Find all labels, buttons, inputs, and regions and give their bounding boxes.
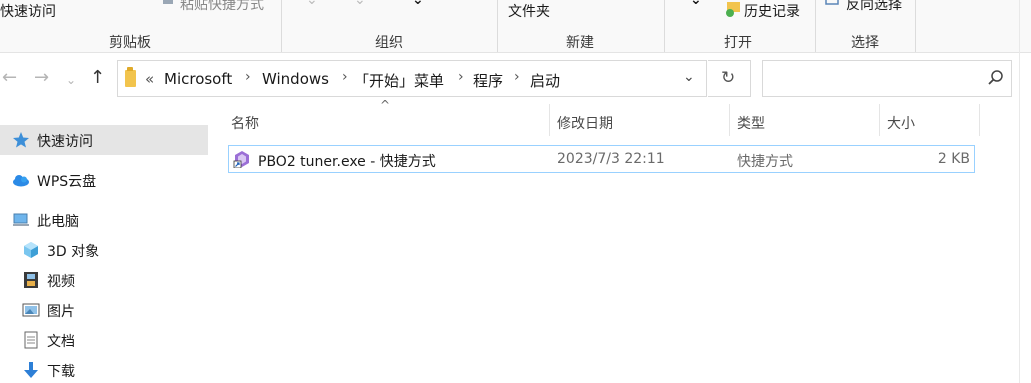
ribbon-divider <box>497 0 498 52</box>
breadcrumb-separator[interactable]: › <box>458 69 464 85</box>
nav-item-videos[interactable]: 视频 <box>0 265 208 295</box>
file-type: 快捷方式 <box>737 154 793 170</box>
film-icon <box>24 272 38 288</box>
ribbon: 快速访问 粘贴快捷方式 ⌄ ⌄ ⌄ 文件夹 ⌄ 历史记录 反向选择 剪贴板 组织… <box>0 0 1031 53</box>
history-icon <box>726 2 740 17</box>
invert-selection-button[interactable]: 反向选择 <box>846 0 902 14</box>
file-name: PBO2 tuner.exe - 快捷方式 <box>258 154 436 170</box>
refresh-button[interactable]: ↻ <box>708 60 751 97</box>
file-modified-date: 2023/7/3 22:11 <box>557 151 665 167</box>
group-label-organize: 组织 <box>375 35 403 51</box>
group-label-clipboard: 剪贴板 <box>109 35 151 51</box>
shortcut-app-icon <box>233 151 249 168</box>
search-input[interactable] <box>769 68 979 90</box>
address-history-chevron-icon[interactable]: ⌄ <box>683 69 695 85</box>
ribbon-divider <box>281 0 282 52</box>
column-divider[interactable] <box>549 104 550 136</box>
group-label-open: 打开 <box>724 35 752 51</box>
column-divider[interactable] <box>879 104 880 136</box>
column-header-name[interactable]: 名称 <box>231 113 259 133</box>
group-label-select: 选择 <box>851 35 879 51</box>
column-header-size[interactable]: 大小 <box>887 113 915 133</box>
folder-icon <box>125 67 136 87</box>
download-arrow-icon <box>24 362 38 378</box>
nav-label: 视频 <box>47 274 75 290</box>
up-arrow-icon[interactable]: ↑ <box>90 68 105 88</box>
nav-item-quick-access[interactable]: 快速访问 <box>0 125 208 155</box>
column-divider[interactable] <box>729 104 730 136</box>
cloud-icon <box>13 175 29 187</box>
move-to-chevron-icon[interactable]: ⌄ <box>306 0 318 8</box>
breadcrumb-programs[interactable]: 程序 <box>473 70 503 91</box>
search-box[interactable] <box>762 60 1012 97</box>
navigation-pane: 快速访问 WPS云盘 此电脑 3D 对象 视频 图片 文档 下载 <box>0 104 208 383</box>
nav-label: WPS云盘 <box>37 174 97 190</box>
nav-item-wps-cloud[interactable]: WPS云盘 <box>0 165 208 195</box>
computer-icon <box>13 213 29 226</box>
window-edge <box>1019 0 1020 383</box>
breadcrumb-separator[interactable]: › <box>245 69 251 85</box>
nav-label: 文档 <box>47 334 75 350</box>
ribbon-divider <box>815 0 816 52</box>
breadcrumb-windows[interactable]: Windows <box>262 70 329 88</box>
star-icon <box>13 132 29 148</box>
back-arrow-icon[interactable]: ← <box>2 68 17 88</box>
search-icon <box>988 70 1003 85</box>
nav-item-pictures[interactable]: 图片 <box>0 295 208 325</box>
nav-label: 下载 <box>47 364 75 380</box>
paste-shortcut-icon <box>163 0 173 4</box>
nav-item-downloads[interactable]: 下载 <box>0 355 208 383</box>
address-bar[interactable]: « Microsoft › Windows › 「开始」菜单 › 程序 › 启动… <box>117 60 707 97</box>
invert-selection-icon <box>825 0 839 5</box>
column-divider[interactable] <box>979 104 980 136</box>
sort-ascending-icon: ^ <box>380 98 391 112</box>
column-header-modified[interactable]: 修改日期 <box>557 113 613 133</box>
nav-label: 图片 <box>47 304 75 320</box>
breadcrumb-microsoft[interactable]: Microsoft <box>164 70 232 88</box>
picture-icon <box>22 303 40 317</box>
properties-chevron-icon[interactable]: ⌄ <box>690 0 702 8</box>
refresh-icon: ↻ <box>721 68 736 88</box>
rename-chevron-icon[interactable]: ⌄ <box>412 0 424 8</box>
nav-item-documents[interactable]: 文档 <box>0 325 208 355</box>
file-size: 2 KB <box>937 151 970 167</box>
document-icon <box>24 331 38 349</box>
quick-access-pin-button[interactable]: 快速访问 <box>0 1 56 21</box>
forward-arrow-icon[interactable]: → <box>34 68 49 88</box>
breadcrumb-start-menu[interactable]: 「开始」菜单 <box>354 70 444 91</box>
nav-item-this-pc[interactable]: 此电脑 <box>0 205 208 235</box>
nav-label: 此电脑 <box>37 214 79 230</box>
history-button[interactable]: 历史记录 <box>744 1 800 21</box>
breadcrumb-startup[interactable]: 启动 <box>530 70 560 91</box>
nav-label: 3D 对象 <box>47 244 100 260</box>
column-header-type[interactable]: 类型 <box>737 113 765 133</box>
group-label-new: 新建 <box>566 35 594 51</box>
nav-item-3d-objects[interactable]: 3D 对象 <box>0 235 208 265</box>
ribbon-divider <box>915 0 916 52</box>
copy-to-chevron-icon[interactable]: ⌄ <box>354 0 366 8</box>
ribbon-divider <box>664 0 665 52</box>
nav-label: 快速访问 <box>37 134 93 150</box>
recent-locations-chevron-icon[interactable]: ⌄ <box>66 70 76 90</box>
breadcrumb-overflow[interactable]: « <box>145 70 154 88</box>
breadcrumb-separator[interactable]: › <box>514 69 520 85</box>
cube-3d-icon <box>24 242 38 258</box>
new-folder-button[interactable]: 文件夹 <box>508 1 550 21</box>
file-row[interactable]: PBO2 tuner.exe - 快捷方式 2023/7/3 22:11 快捷方… <box>228 145 975 173</box>
breadcrumb-separator[interactable]: › <box>342 69 348 85</box>
paste-shortcut-button[interactable]: 粘贴快捷方式 <box>180 0 264 14</box>
